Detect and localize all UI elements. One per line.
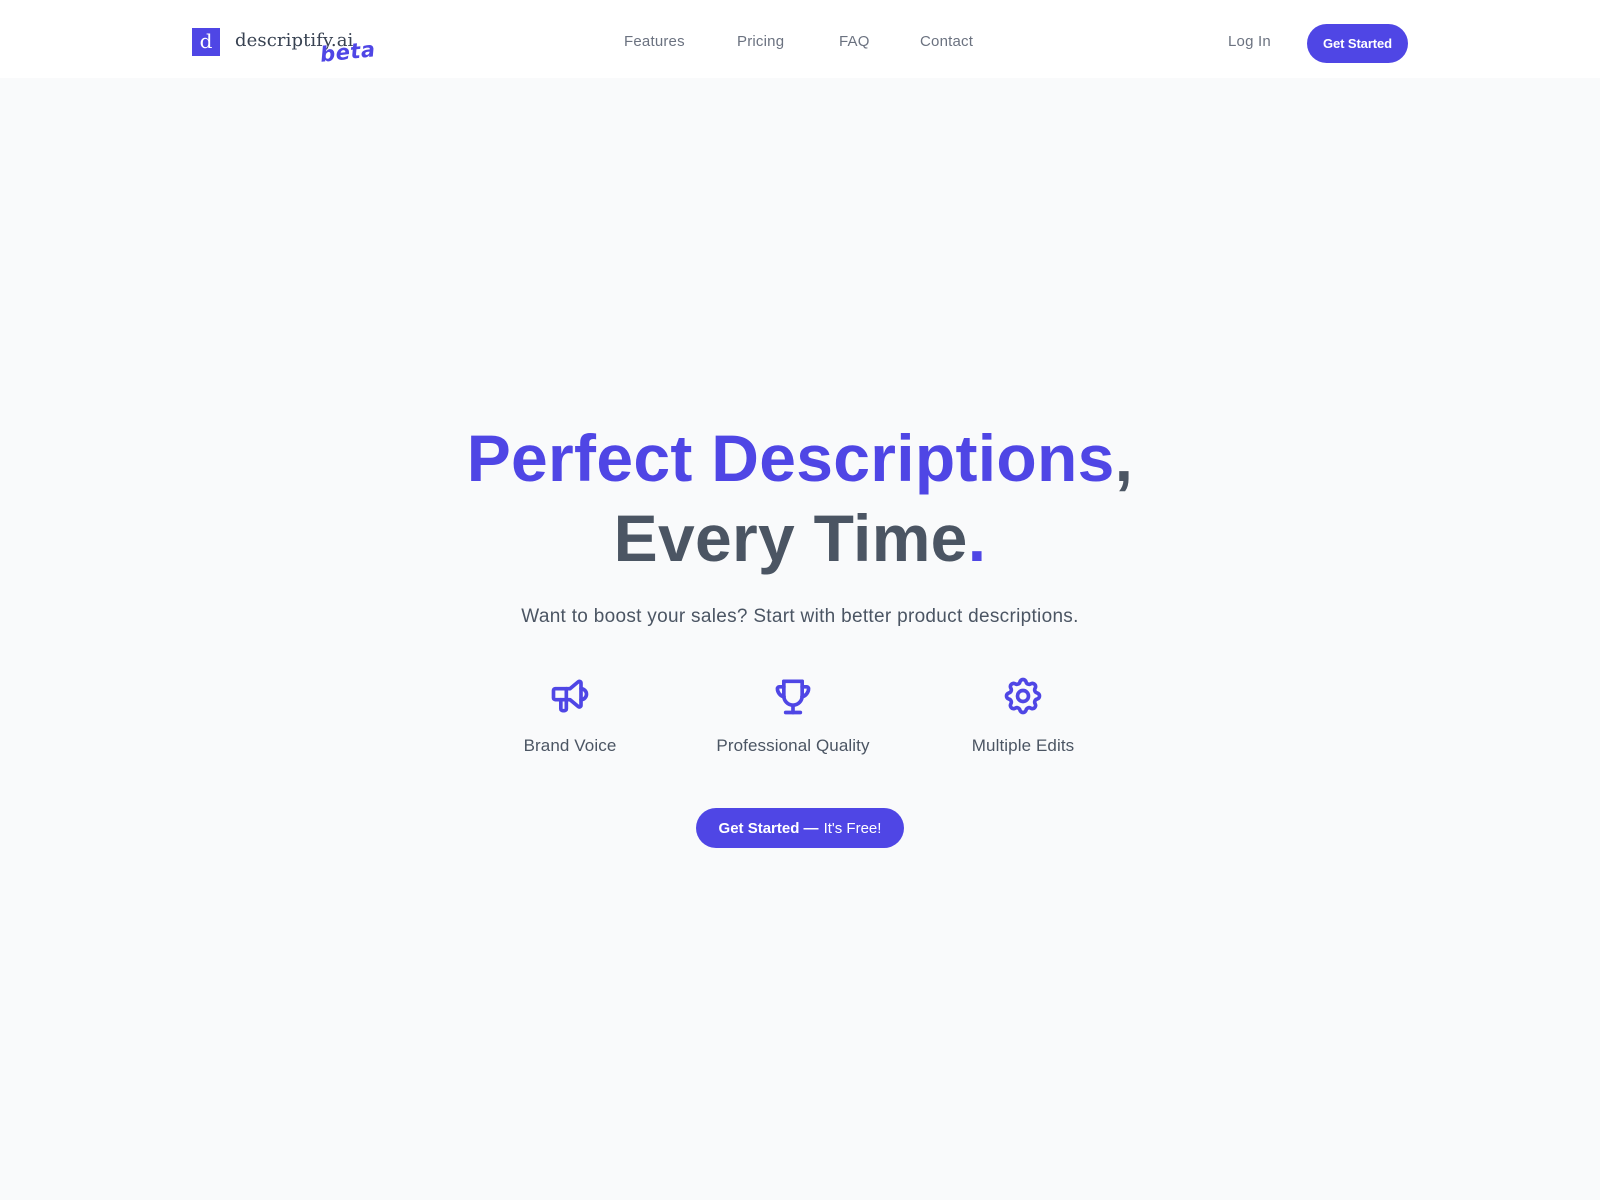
nav-link-faq[interactable]: FAQ — [839, 33, 870, 50]
feature-multiple-edits: Multiple Edits — [923, 674, 1123, 756]
feature-label: Brand Voice — [523, 736, 617, 755]
get-started-button[interactable]: Get Started — [1307, 24, 1408, 63]
logo-mark: d — [192, 28, 220, 56]
feature-professional-quality: Professional Quality — [693, 674, 893, 756]
headline-line-1: Perfect Descriptions — [466, 421, 1115, 495]
feature-label: Professional Quality — [716, 736, 870, 755]
feature-brand-voice: Brand Voice — [470, 674, 670, 756]
get-started-free-button[interactable]: Get Started — It's Free! — [696, 808, 904, 848]
logo[interactable]: d descriptify.ai beta — [192, 28, 377, 67]
hero-subtitle: Want to boost your sales? Start with bet… — [521, 606, 1079, 627]
feature-label: Multiple Edits — [971, 736, 1075, 755]
trophy-icon — [775, 679, 811, 715]
hero-headline: Perfect Descriptions, Every Time. — [0, 418, 1600, 578]
nav-link-contact[interactable]: Contact — [920, 33, 973, 50]
beta-badge: beta — [318, 37, 377, 67]
headline-period: . — [967, 501, 987, 575]
headline-line-2: Every Time — [613, 501, 968, 575]
gear-icon — [1004, 677, 1042, 715]
site-header: d descriptify.ai beta Features Pricing F… — [0, 0, 1600, 78]
login-link[interactable]: Log In — [1228, 33, 1271, 50]
cta-strong-text: Get Started — — [718, 819, 819, 837]
nav-link-features[interactable]: Features — [624, 33, 685, 50]
megaphone-icon — [551, 679, 589, 713]
cta-light-text: It's Free! — [823, 819, 882, 837]
nav-link-pricing[interactable]: Pricing — [737, 33, 784, 50]
headline-comma: , — [1114, 421, 1134, 495]
